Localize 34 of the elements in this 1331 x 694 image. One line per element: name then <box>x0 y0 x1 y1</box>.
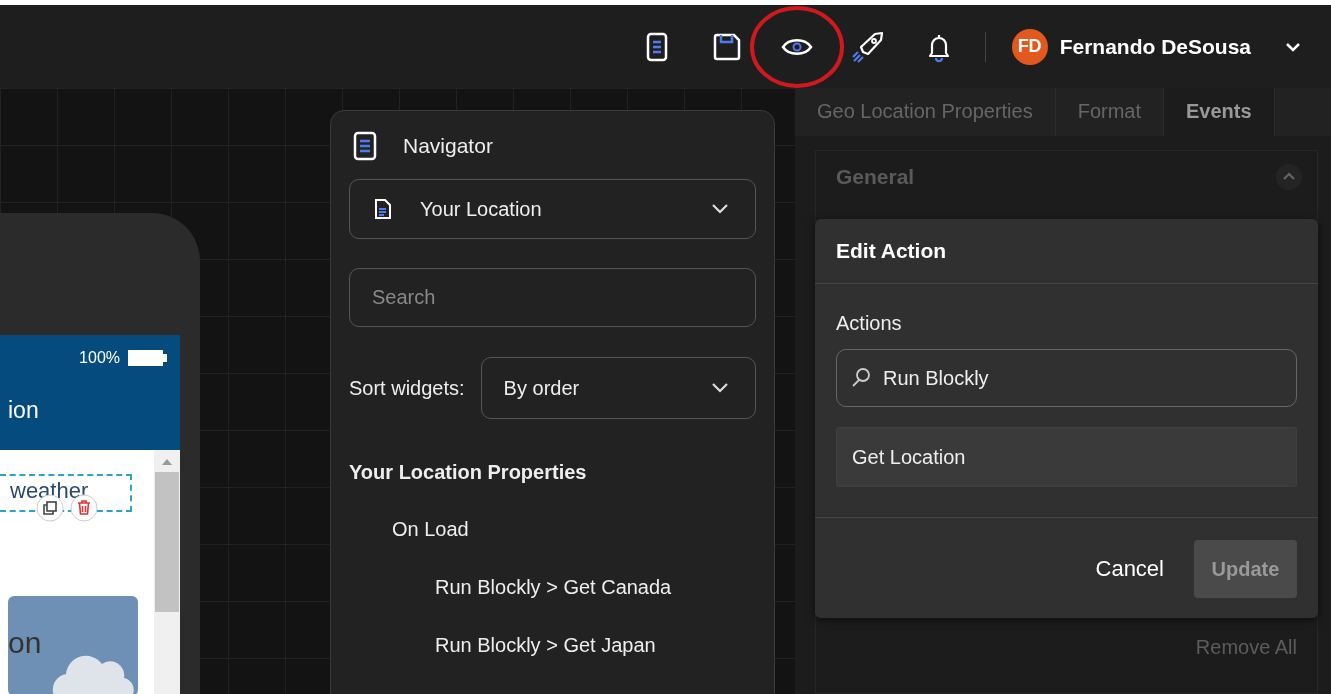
battery-icon <box>128 350 168 366</box>
tree-item[interactable]: Your Location Properties <box>349 461 756 484</box>
tab[interactable]: Events <box>1164 88 1275 136</box>
sort-select[interactable]: By order <box>480 357 756 419</box>
user-menu[interactable]: FD Fernando DeSousa <box>1011 28 1301 65</box>
section-title: General <box>836 165 915 189</box>
document-icon[interactable] <box>645 31 668 62</box>
document-icon <box>353 131 377 161</box>
battery-level: 100% <box>79 349 120 367</box>
panel-title: Navigator <box>403 134 493 158</box>
action-option[interactable]: Get Location <box>836 427 1297 487</box>
chevron-down-icon <box>711 203 729 215</box>
tree-item[interactable]: Run Blockly > Get Japan <box>435 634 756 657</box>
sort-label: Sort widgets: <box>349 376 465 400</box>
field-label: Actions <box>836 312 903 335</box>
file-icon <box>374 198 392 220</box>
app-title: ion <box>8 397 39 424</box>
dialog-title: Edit Action <box>815 219 1318 284</box>
scrollbar[interactable] <box>154 450 180 694</box>
save-icon[interactable] <box>711 31 742 62</box>
tree-item[interactable]: Run Blockly > Get Canada <box>435 576 756 599</box>
search-field[interactable]: Search <box>349 268 756 327</box>
user-name: Fernando DeSousa <box>1059 34 1251 59</box>
search-icon <box>851 367 871 389</box>
page-select[interactable]: Your Location <box>349 179 756 239</box>
avatar: FD <box>1011 28 1048 65</box>
card-text: on <box>8 626 42 660</box>
chevron-down-icon <box>1285 41 1301 52</box>
action-search-field[interactable]: Run Blockly <box>836 349 1297 407</box>
chevron-down-icon <box>711 382 729 394</box>
rocket-icon[interactable] <box>850 29 885 64</box>
cancel-button[interactable]: Cancel <box>1089 555 1170 583</box>
tree-item[interactable]: On Load <box>392 518 756 541</box>
collapse-toggle-icon[interactable] <box>1275 163 1303 191</box>
